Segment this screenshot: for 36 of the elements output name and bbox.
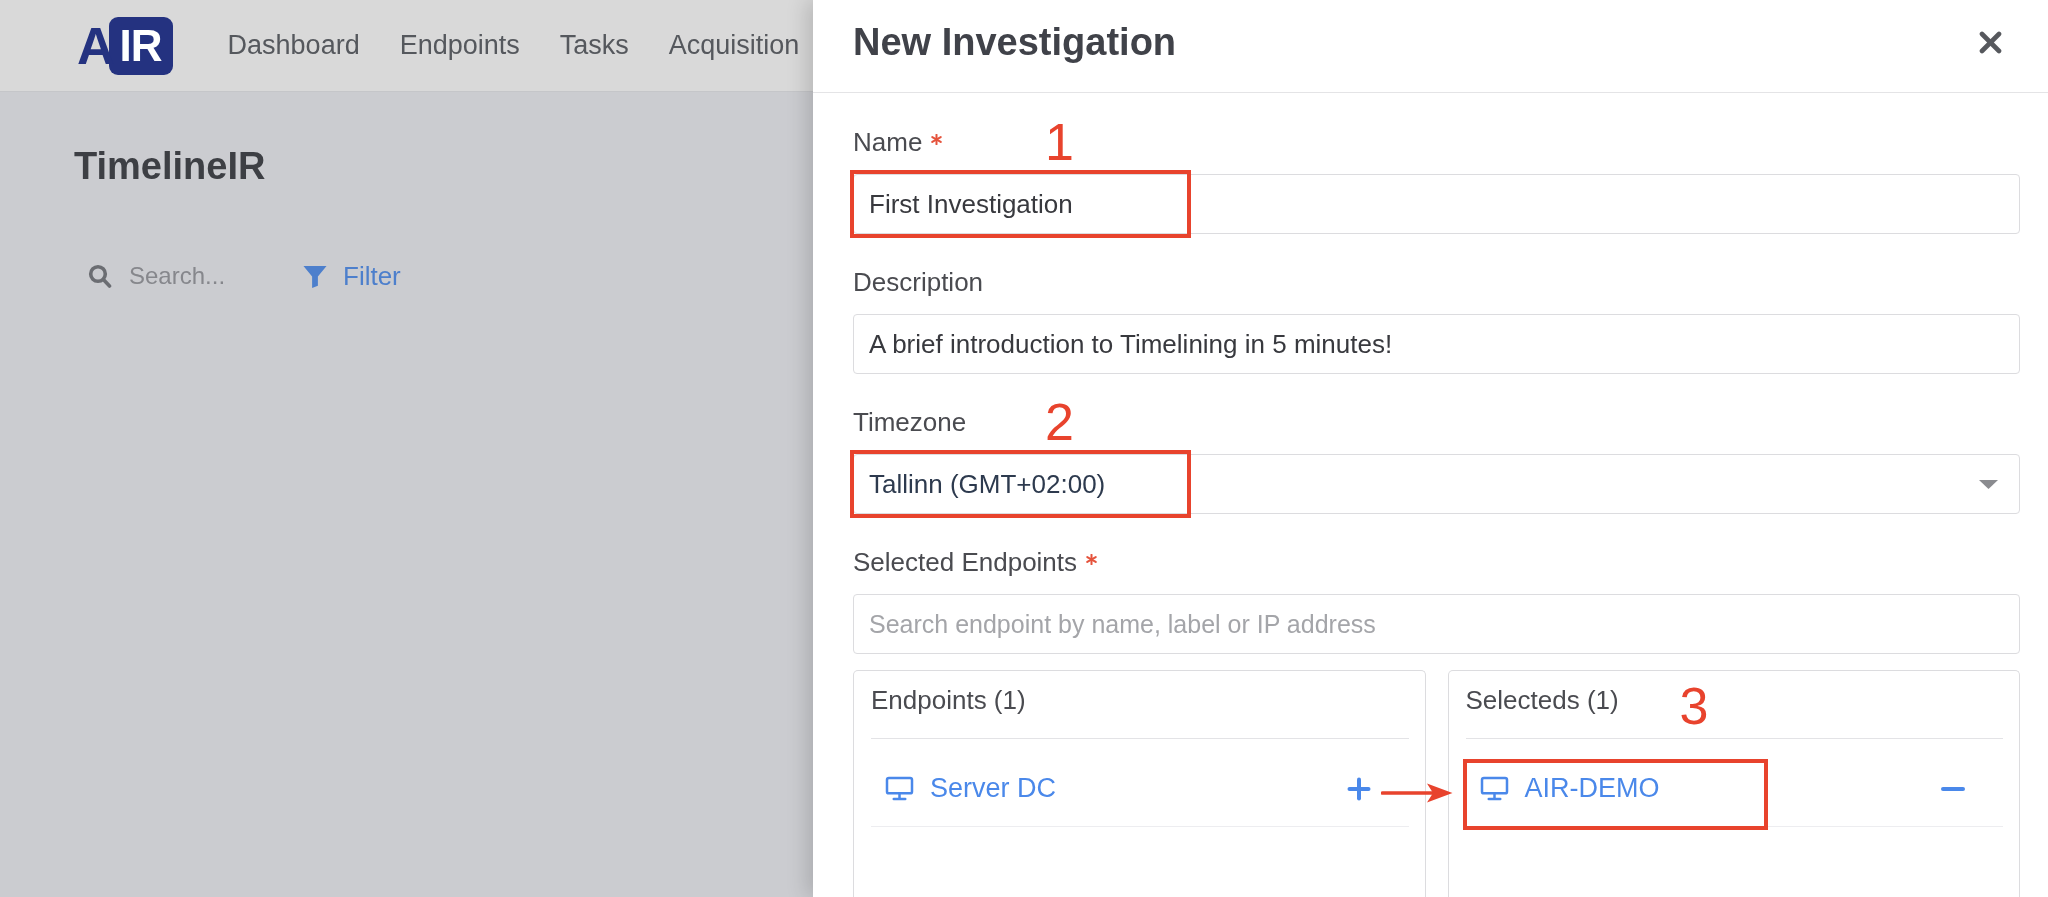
endpoint-row[interactable]: AIR-DEMO bbox=[1465, 751, 2003, 827]
panel-title: Endpoints (1) bbox=[871, 685, 1026, 715]
annotation-number: 1 bbox=[1045, 116, 1074, 168]
close-icon bbox=[1979, 30, 2002, 54]
monitor-icon bbox=[885, 776, 914, 801]
field-label: Selected Endpoints bbox=[853, 546, 1078, 578]
nav-link[interactable]: Dashboard bbox=[227, 30, 360, 61]
nav-link[interactable]: Acquisition bbox=[668, 30, 800, 61]
close-button[interactable] bbox=[1979, 30, 2002, 54]
field-label: Name bbox=[853, 126, 923, 158]
callout-arrow bbox=[1381, 782, 1453, 804]
annotation-number: 2 bbox=[1045, 396, 1074, 448]
text-field[interactable]: A brief introduction to Timelining in 5 minutes! bbox=[853, 314, 2020, 374]
panel-title: Selecteds (1) bbox=[1465, 685, 1619, 715]
monitor-icon bbox=[1479, 776, 1509, 801]
search-icon bbox=[88, 263, 112, 289]
minus-icon bbox=[1941, 785, 1965, 792]
dialog-title: New Investigation bbox=[853, 20, 1177, 65]
nav-link[interactable]: Tasks bbox=[559, 30, 629, 61]
filter-icon bbox=[302, 263, 328, 289]
text-field[interactable]: First Investigation bbox=[853, 174, 2020, 234]
search-field[interactable]: Search... bbox=[129, 262, 279, 290]
add-button[interactable] bbox=[1346, 776, 1371, 801]
dropdown-field[interactable]: Tallinn (GMT+02:00) bbox=[853, 454, 2020, 514]
search-field[interactable]: Search endpoint by name, label or IP address bbox=[853, 594, 2020, 654]
caret-down-icon bbox=[1979, 479, 1998, 489]
remove-button[interactable] bbox=[1941, 785, 1965, 792]
page-title: TimelineIR bbox=[74, 144, 266, 188]
nav-link[interactable]: Endpoints bbox=[399, 30, 520, 61]
plus-icon bbox=[1346, 776, 1371, 801]
endpoint-name[interactable]: AIR-DEMO bbox=[1524, 773, 1660, 804]
endpoint-name[interactable]: Server DC bbox=[930, 773, 1057, 804]
field-label: Timezone bbox=[853, 406, 967, 438]
annotation-number: 3 bbox=[1679, 680, 1709, 732]
endpoint-row[interactable]: Server DC bbox=[871, 751, 1409, 827]
field-label: Description bbox=[853, 266, 984, 298]
